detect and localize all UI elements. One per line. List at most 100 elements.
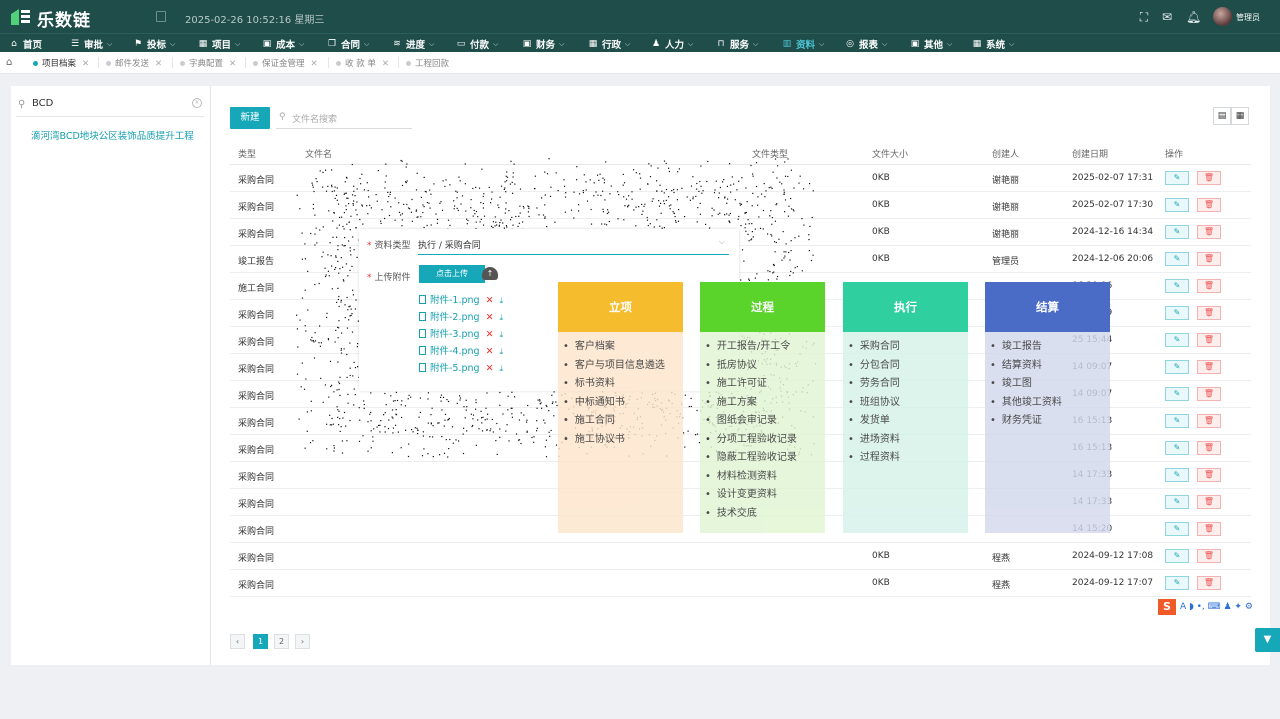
nav-item[interactable]: ▭ 付款 ⌵ (456, 37, 499, 51)
attachment-name[interactable]: 附件-4.png (430, 346, 480, 357)
page-tab[interactable]: 字典配置 ✕ (180, 57, 236, 69)
delete-button[interactable]: 🗑︎ (1197, 252, 1221, 266)
nav-item[interactable]: ▦ 项目 ⌵ (198, 37, 241, 51)
edit-button[interactable]: ✎ (1165, 549, 1189, 563)
page-tab[interactable]: 工程回款 (406, 57, 449, 69)
nav-item[interactable]: ⌂ 首页 (9, 37, 42, 51)
close-icon[interactable]: ✕ (155, 59, 162, 69)
category-select[interactable]: 执行 / 采购合同 ⌵ (418, 235, 729, 255)
remove-icon[interactable]: ✕ (486, 363, 494, 374)
download-icon[interactable]: ⤓ (500, 296, 504, 305)
close-icon[interactable]: ✕ (229, 59, 236, 69)
delete-button[interactable]: 🗑︎ (1197, 225, 1221, 239)
delete-button[interactable]: 🗑︎ (1197, 468, 1221, 482)
cloud-upload-icon[interactable]: ↑ (482, 267, 498, 280)
attachment-name[interactable]: 附件-1.png (430, 295, 480, 306)
table-row[interactable]: 采购合同 0KB 谢艳丽 2025-02-07 17:31 ✎ 🗑︎ (230, 165, 1251, 192)
download-icon[interactable]: ⤓ (500, 364, 504, 373)
attachment-name[interactable]: 附件-5.png (430, 363, 480, 374)
edit-button[interactable]: ✎ (1165, 441, 1189, 455)
edit-button[interactable]: ✎ (1165, 333, 1189, 347)
delete-button[interactable]: 🗑︎ (1197, 576, 1221, 590)
remove-icon[interactable]: ✕ (486, 329, 494, 340)
category-value[interactable]: 执行 / 采购合同 (418, 238, 481, 251)
close-icon[interactable]: ✕ (82, 59, 89, 69)
edit-button[interactable]: ✎ (1165, 306, 1189, 320)
ime-tools[interactable]: A ◗ •, ⌨ ♟ ✦ ⚙ (1180, 602, 1253, 612)
attachment-item[interactable]: 附件-5.png ✕ ⤓ (419, 360, 503, 374)
nav-item[interactable]: ▦ 系统 ⌵ (972, 37, 1015, 51)
edit-button[interactable]: ✎ (1165, 171, 1189, 185)
delete-button[interactable]: 🗑︎ (1197, 360, 1221, 374)
close-icon[interactable]: ✕ (311, 59, 318, 69)
table-row[interactable]: 采购合同 0KB 谢艳丽 2025-02-07 17:30 ✎ 🗑︎ (230, 192, 1251, 219)
nav-item[interactable]: ▣ 财务 ⌵ (522, 37, 565, 51)
delete-button[interactable]: 🗑︎ (1197, 441, 1221, 455)
page-tab[interactable]: 项目档案 ✕ (33, 57, 89, 69)
edit-button[interactable]: ✎ (1165, 576, 1189, 590)
fullscreen-icon[interactable]: ⛶ (1137, 10, 1151, 24)
table-row[interactable]: 采购合同 0KB 程燕 2024-09-12 17:08 ✎ 🗑︎ (230, 543, 1251, 570)
page-tab[interactable]: 收 款 单 ✕ (336, 57, 389, 69)
edit-button[interactable]: ✎ (1165, 414, 1189, 428)
new-button[interactable]: 新建 (230, 107, 270, 129)
attachment-item[interactable]: 附件-2.png ✕ ⤓ (419, 309, 503, 323)
table-row[interactable]: 采购合同 0KB 程燕 2024-09-12 17:07 ✎ 🗑︎ (230, 570, 1251, 597)
file-search-input[interactable]: ⚲ 文件名搜索 (276, 107, 412, 129)
edit-button[interactable]: ✎ (1165, 468, 1189, 482)
delete-button[interactable]: 🗑︎ (1197, 549, 1221, 563)
close-icon[interactable]: ✕ (382, 59, 389, 69)
download-icon[interactable]: ⤓ (500, 330, 504, 339)
bell-icon[interactable]: 🔔︎ (1186, 10, 1201, 24)
delete-button[interactable]: 🗑︎ (1197, 387, 1221, 401)
delete-button[interactable]: 🗑︎ (1197, 495, 1221, 509)
attachment-item[interactable]: 附件-3.png ✕ ⤓ (419, 326, 503, 340)
page-tab[interactable]: 保证金管理 ✕ (253, 57, 318, 69)
edit-button[interactable]: ✎ (1165, 225, 1189, 239)
delete-button[interactable]: 🗑︎ (1197, 198, 1221, 212)
download-icon[interactable]: ⤓ (500, 313, 504, 322)
ime-toolbar[interactable]: S A ◗ •, ⌨ ♟ ✦ ⚙ (1158, 599, 1253, 615)
remove-icon[interactable]: ✕ (486, 295, 494, 306)
edit-button[interactable]: ✎ (1165, 360, 1189, 374)
delete-button[interactable]: 🗑︎ (1197, 522, 1221, 536)
attachment-item[interactable]: 附件-1.png ✕ ⤓ (419, 292, 503, 306)
mail-icon[interactable]: ✉ (1160, 10, 1174, 24)
attachment-item[interactable]: 附件-4.png ✕ ⤓ (419, 343, 503, 357)
nav-item[interactable]: ⚑ 投标 ⌵ (133, 37, 175, 51)
nav-item[interactable]: ◎ 报表 ⌵ (845, 37, 887, 51)
sogou-icon[interactable]: S (1158, 599, 1176, 615)
upload-button[interactable]: 点击上传 (419, 265, 485, 283)
nav-item[interactable]: ≋ 进度 ⌵ (392, 37, 434, 51)
project-search-value[interactable]: BCD (32, 98, 53, 109)
avatar[interactable] (1213, 7, 1232, 26)
user-name[interactable]: 管理员 (1236, 12, 1260, 23)
nav-item[interactable]: ▣ 其他 ⌵ (910, 37, 953, 51)
edit-button[interactable]: ✎ (1165, 387, 1189, 401)
project-search-input[interactable]: ⚲ BCD ✕ (16, 95, 204, 117)
edit-button[interactable]: ✎ (1165, 522, 1189, 536)
grid-view-icon[interactable]: ▦ (1231, 107, 1249, 125)
page-button[interactable]: 2 (274, 634, 289, 649)
edit-button[interactable]: ✎ (1165, 495, 1189, 509)
page-tab[interactable]: 邮件发送 ✕ (106, 57, 162, 69)
nav-item[interactable]: ❐ 合同 ⌵ (327, 37, 369, 51)
feedback-side-button[interactable]: ▼ (1255, 628, 1280, 652)
list-view-icon[interactable]: ▤ (1213, 107, 1231, 125)
delete-button[interactable]: 🗑︎ (1197, 306, 1221, 320)
home-icon[interactable]: ⌂ (6, 57, 12, 68)
nav-item[interactable]: ⊓ 服务 ⌵ (716, 37, 758, 51)
page-button[interactable]: 1 (253, 634, 268, 649)
attachment-name[interactable]: 附件-3.png (430, 329, 480, 340)
edit-button[interactable]: ✎ (1165, 252, 1189, 266)
remove-icon[interactable]: ✕ (486, 312, 494, 323)
remove-icon[interactable]: ✕ (486, 346, 494, 357)
delete-button[interactable]: 🗑︎ (1197, 333, 1221, 347)
next-page-button[interactable]: › (295, 634, 310, 649)
delete-button[interactable]: 🗑︎ (1197, 279, 1221, 293)
nav-item[interactable]: ▦ 行政 ⌵ (588, 37, 631, 51)
tree-item-project[interactable]: 滴河湾BCD地块公区装饰品质提升工程 (31, 128, 194, 142)
nav-item[interactable]: ▥ 资料 ⌵ (782, 37, 825, 51)
delete-button[interactable]: 🗑︎ (1197, 414, 1221, 428)
nav-item[interactable]: ☰ 审批 ⌵ (70, 37, 112, 51)
